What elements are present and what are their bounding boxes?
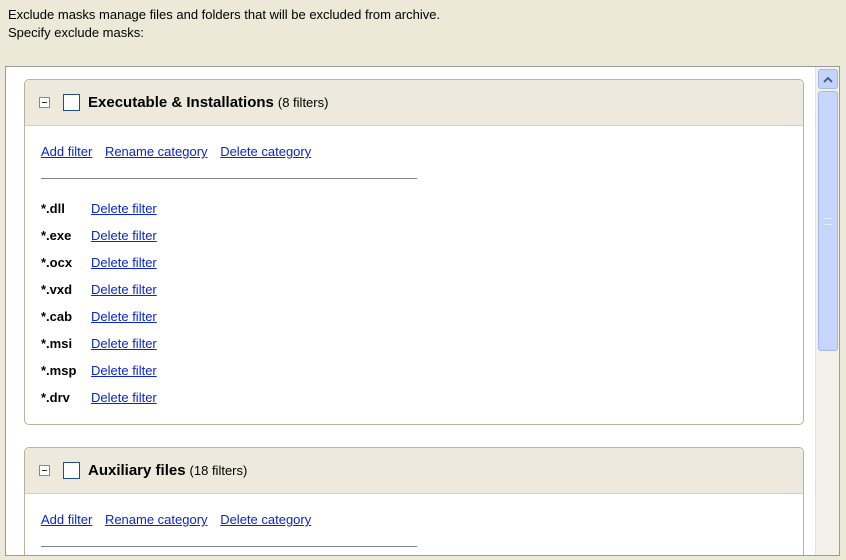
filter-row: *.msi Delete filter [41,330,803,357]
category-executable-installations: Executable & Installations (8 filters) A… [24,79,804,425]
category-auxiliary-files: Auxiliary files (18 filters) Add filter … [24,447,804,555]
delete-filter-link[interactable]: Delete filter [91,384,157,411]
collapse-icon[interactable] [39,465,50,476]
filter-row: *.dll Delete filter [41,195,803,222]
category-header: Auxiliary files (18 filters) [25,448,803,494]
category-title: Auxiliary files [88,462,186,479]
filter-mask: *.vxd [41,282,73,297]
category-header: Executable & Installations (8 filters) [25,80,803,126]
description-line-2: Specify exclude masks: [8,25,144,40]
filter-row: *.ocx Delete filter [41,249,803,276]
filter-row: *.drv Delete filter [41,384,803,411]
filter-row: *.msp Delete filter [41,357,803,384]
category-actions: Add filter Rename category Delete catego… [25,126,803,178]
filter-mask: *.cab [41,309,73,324]
category-filter-count: (8 filters) [277,95,329,110]
vertical-scrollbar[interactable] [815,67,839,555]
delete-filter-link[interactable]: Delete filter [91,249,157,276]
rename-category-link[interactable]: Rename category [105,144,208,159]
delete-category-link[interactable]: Delete category [220,144,311,159]
description-line-1: Exclude masks manage files and folders t… [8,7,441,22]
description: Exclude masks manage files and folders t… [8,6,440,42]
chevron-up-icon [823,76,833,83]
filter-mask: *.ocx [41,255,73,270]
delete-filter-link[interactable]: Delete filter [91,276,157,303]
category-title: Executable & Installations [88,94,274,111]
filter-mask: *.msi [41,336,73,351]
filter-mask: *.drv [41,390,70,405]
delete-filter-link[interactable]: Delete filter [91,330,157,357]
add-filter-link[interactable]: Add filter [41,512,92,527]
add-filter-link[interactable]: Add filter [41,144,92,159]
exclude-masks-panel: Executable & Installations (8 filters) A… [5,66,840,556]
category-checkbox[interactable] [63,462,80,479]
divider [41,546,417,547]
category-filter-count: (18 filters) [189,463,248,478]
delete-filter-link[interactable]: Delete filter [91,195,157,222]
delete-filter-link[interactable]: Delete filter [91,222,157,249]
categories-list: Executable & Installations (8 filters) A… [6,67,811,555]
filter-list: *.dll Delete filter *.exe Delete filter … [25,179,803,411]
scroll-up-button[interactable] [818,69,838,89]
delete-filter-link[interactable]: Delete filter [91,357,157,384]
collapse-icon[interactable] [39,97,50,108]
filter-mask: *.exe [41,228,72,243]
delete-filter-link[interactable]: Delete filter [91,303,157,330]
filter-mask: *.msp [41,363,77,378]
filter-row: *.vxd Delete filter [41,276,803,303]
category-checkbox[interactable] [63,94,80,111]
category-actions: Add filter Rename category Delete catego… [25,494,803,546]
delete-category-link[interactable]: Delete category [220,512,311,527]
scrollbar-thumb[interactable] [818,91,838,351]
rename-category-link[interactable]: Rename category [105,512,208,527]
scrollbar-grip [825,218,832,225]
filter-row: *.cab Delete filter [41,303,803,330]
filter-mask: *.dll [41,201,65,216]
filter-row: *.exe Delete filter [41,222,803,249]
